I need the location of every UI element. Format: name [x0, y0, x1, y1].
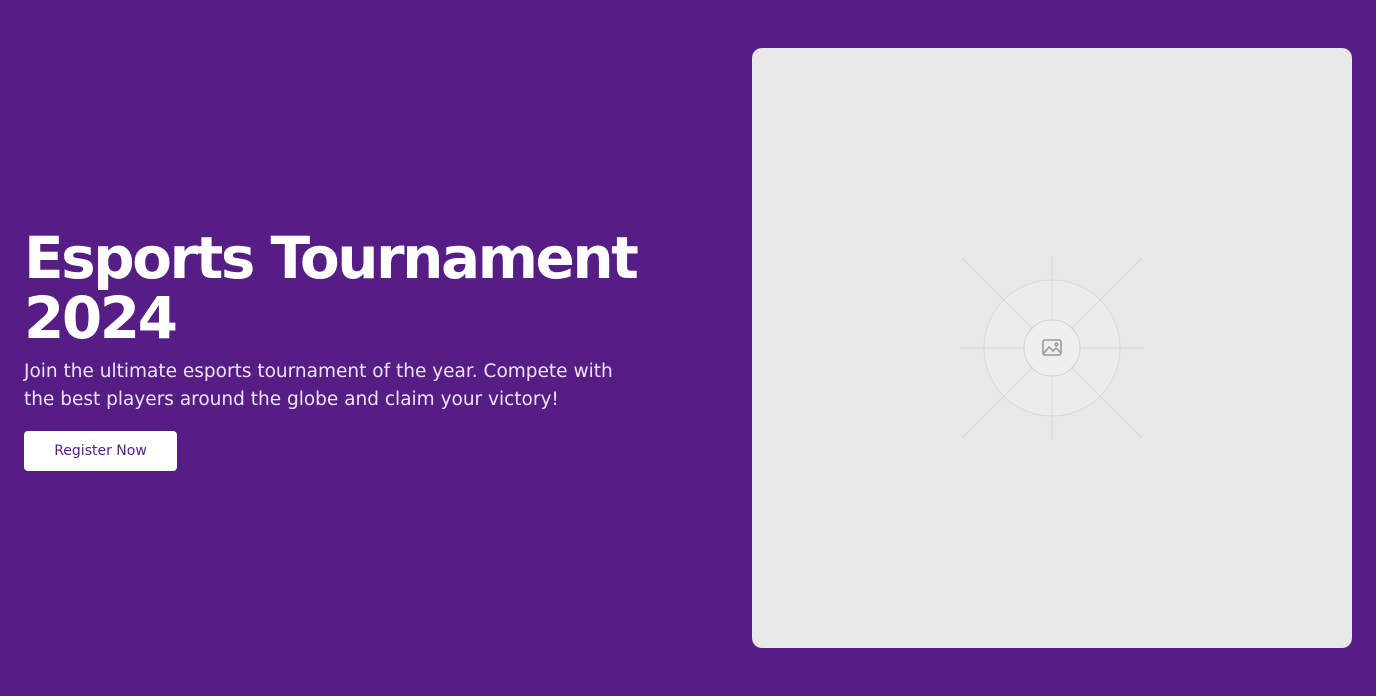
- image-placeholder-graphic: [960, 256, 1144, 440]
- hero-title-line2: 2024: [24, 284, 178, 352]
- hero-text-block: Esports Tournament 2024 Join the ultimate…: [24, 228, 664, 471]
- hero-title: Esports Tournament 2024: [24, 228, 664, 348]
- hero-image-placeholder: [752, 48, 1352, 648]
- register-now-button[interactable]: Register Now: [24, 431, 177, 471]
- hero-title-line1: Esports Tournament: [24, 224, 639, 292]
- hero-subtitle: Join the ultimate esports tournament of …: [24, 361, 613, 410]
